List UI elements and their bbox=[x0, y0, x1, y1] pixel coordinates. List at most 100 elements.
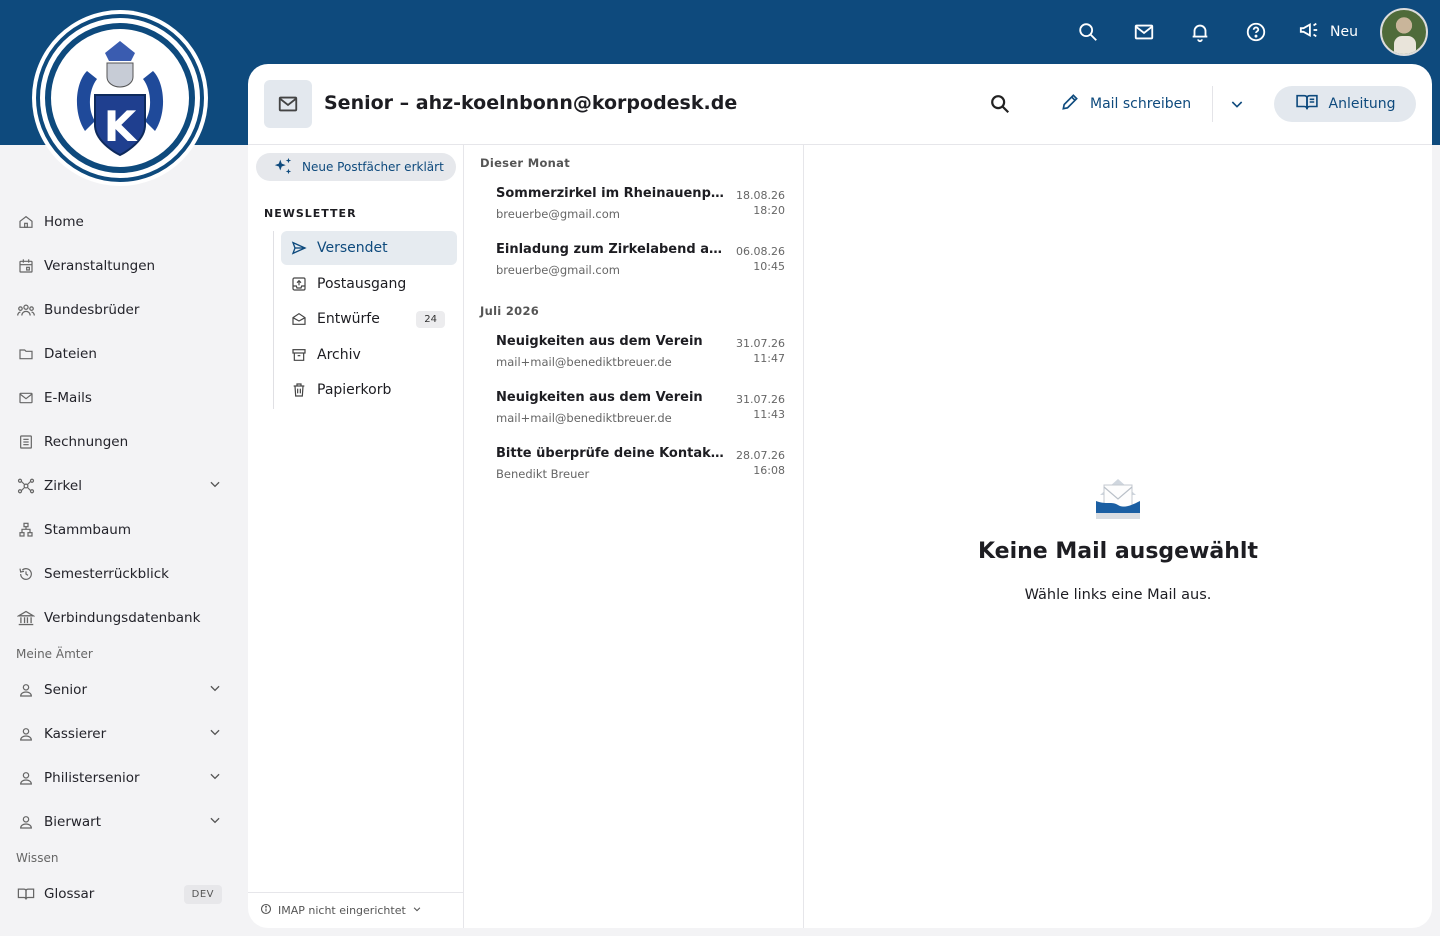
archive-icon bbox=[291, 347, 307, 363]
mail-icon bbox=[16, 388, 36, 408]
sidebar-item-label: Veranstaltungen bbox=[44, 258, 156, 274]
compose-options-chevron-down-icon[interactable] bbox=[1222, 86, 1252, 122]
chevron-down-icon[interactable] bbox=[208, 681, 222, 699]
empty-state-subtitle: Wähle links eine Mail aus. bbox=[1024, 587, 1212, 603]
sidebar-item-circles[interactable]: Zirkel bbox=[0, 464, 248, 508]
folder-trash[interactable]: Papierkorb bbox=[281, 373, 457, 407]
sidebar-item-label: Stammbaum bbox=[44, 522, 131, 538]
mail-time: 11:47 bbox=[753, 352, 785, 365]
mail-date: 06.08.26 bbox=[736, 245, 785, 258]
folder-label: Papierkorb bbox=[317, 382, 392, 398]
section-offices-label: Meine Ämter bbox=[16, 647, 93, 661]
imap-status[interactable]: IMAP nicht eingerichtet bbox=[248, 892, 463, 928]
drafts-count-badge: 24 bbox=[416, 310, 445, 328]
trash-icon bbox=[291, 382, 307, 398]
search-icon[interactable] bbox=[1060, 6, 1116, 58]
folder-group-label: NEWSLETTER bbox=[264, 207, 357, 220]
mail-sender: breuerbe@gmail.com bbox=[496, 263, 620, 277]
new-mailboxes-explained-button[interactable]: Neue Postfächer erklärt bbox=[256, 153, 456, 181]
mail-sender: breuerbe@gmail.com bbox=[496, 207, 620, 221]
avatar[interactable] bbox=[1380, 8, 1428, 56]
mail-sender: Benedikt Breuer bbox=[496, 467, 590, 481]
book-icon bbox=[16, 884, 36, 904]
chevron-down-icon[interactable] bbox=[208, 813, 222, 831]
mail-subject: Einladung zum Zirkelabend am 8… bbox=[496, 242, 728, 257]
imap-status-label: IMAP nicht eingerichtet bbox=[278, 904, 406, 917]
invoice-icon bbox=[16, 432, 36, 452]
sidebar-item-label: Home bbox=[44, 214, 84, 230]
mail-group-label: Dieser Monat bbox=[480, 156, 570, 170]
sidebar-item-label: Bierwart bbox=[44, 814, 102, 830]
mailbox-header: Senior – ahz-koelnbonn@korpodesk.de Mail… bbox=[248, 64, 1432, 145]
sidebar-item-alumni-senior[interactable]: Philistersenior bbox=[0, 756, 248, 800]
mail-timestamp: 31.07.26 11:47 bbox=[736, 336, 785, 366]
book-open-icon bbox=[1295, 93, 1319, 115]
mail-list-item[interactable]: Neuigkeiten aus dem Verein mail+mail@ben… bbox=[464, 321, 803, 377]
sidebar-item-label: Rechnungen bbox=[44, 434, 129, 450]
sidebar-item-files[interactable]: Dateien bbox=[0, 332, 248, 376]
sidebar-item-emails[interactable]: E-Mails bbox=[0, 376, 248, 420]
folder-list: Versendet Postausgang Entwürfe 24 Archiv… bbox=[273, 231, 457, 409]
mail-sender: mail+mail@benediktbreuer.de bbox=[496, 355, 672, 369]
sidebar-item-database[interactable]: Verbindungsdatenbank bbox=[0, 596, 248, 640]
sidebar-item-label: Bundesbrüder bbox=[44, 302, 140, 318]
sidebar-item-label: Semesterrückblick bbox=[44, 566, 169, 582]
sidebar-item-treasurer[interactable]: Kassierer bbox=[0, 712, 248, 756]
chevron-down-icon[interactable] bbox=[208, 477, 222, 495]
mailbox-panel: Senior – ahz-koelnbonn@korpodesk.de Mail… bbox=[248, 64, 1432, 928]
sidebar-item-events[interactable]: Veranstaltungen bbox=[0, 244, 248, 288]
mail-list-item[interactable]: Sommerzirkel im Rheinauenpark… breuerbe@… bbox=[464, 173, 803, 229]
mail-date: 28.07.26 bbox=[736, 449, 785, 462]
mail-timestamp: 31.07.26 11:43 bbox=[736, 392, 785, 422]
bell-icon[interactable] bbox=[1172, 6, 1228, 58]
chevron-down-icon[interactable] bbox=[208, 769, 222, 787]
mail-list-item[interactable]: Neuigkeiten aus dem Verein mail+mail@ben… bbox=[464, 377, 803, 433]
mail-group-label: Juli 2026 bbox=[480, 304, 540, 318]
institution-icon bbox=[16, 608, 36, 628]
mail-list-item[interactable]: Bitte überprüfe deine Kontaktd… Benedikt… bbox=[464, 433, 803, 489]
top-actions: Neu bbox=[1060, 6, 1428, 58]
mail-preview-empty: Keine Mail ausgewählt Wähle links eine M… bbox=[804, 145, 1432, 928]
sidebar-item-senior[interactable]: Senior bbox=[0, 668, 248, 712]
mail-search-icon[interactable] bbox=[982, 84, 1018, 124]
mail-list-item[interactable]: Einladung zum Zirkelabend am 8… breuerbe… bbox=[464, 229, 803, 285]
news-button[interactable]: Neu bbox=[1284, 6, 1380, 58]
button-divider bbox=[1212, 86, 1213, 122]
section-knowledge-label: Wissen bbox=[16, 851, 59, 865]
info-icon bbox=[260, 903, 272, 918]
folder-label: Entwürfe bbox=[317, 311, 380, 327]
mail-icon[interactable] bbox=[1116, 6, 1172, 58]
folder-drafts[interactable]: Entwürfe 24 bbox=[281, 302, 457, 336]
page-title: Senior – ahz-koelnbonn@korpodesk.de bbox=[324, 92, 738, 114]
sidebar-item-members[interactable]: Bundesbrüder bbox=[0, 288, 248, 332]
folder-archive[interactable]: Archiv bbox=[281, 338, 457, 372]
folder-sent[interactable]: Versendet bbox=[281, 231, 457, 265]
mail-time: 10:45 bbox=[753, 260, 785, 273]
chevron-down-icon bbox=[412, 904, 422, 917]
sidebar-item-label: Dateien bbox=[44, 346, 97, 362]
inbox-envelope-icon bbox=[1092, 471, 1144, 527]
mail-time: 11:43 bbox=[753, 408, 785, 421]
crest-logo-icon: K bbox=[36, 14, 204, 182]
mail-subject: Neuigkeiten aus dem Verein bbox=[496, 334, 703, 349]
mail-timestamp: 28.07.26 16:08 bbox=[736, 448, 785, 478]
sidebar-item-label: Zirkel bbox=[44, 478, 82, 494]
club-logo[interactable]: K bbox=[32, 10, 208, 186]
sidebar-item-family-tree[interactable]: Stammbaum bbox=[0, 508, 248, 552]
history-icon bbox=[16, 564, 36, 584]
guide-button[interactable]: Anleitung bbox=[1274, 86, 1416, 122]
sidebar-item-semester-review[interactable]: Semesterrückblick bbox=[0, 552, 248, 596]
sidebar-item-label: Senior bbox=[44, 682, 87, 698]
sidebar-item-beer-warden[interactable]: Bierwart bbox=[0, 800, 248, 844]
svg-text:K: K bbox=[104, 102, 138, 151]
sidebar-item-invoices[interactable]: Rechnungen bbox=[0, 420, 248, 464]
folder-label: Archiv bbox=[317, 346, 361, 363]
sidebar-item-label: Verbindungsdatenbank bbox=[44, 610, 201, 626]
sidebar-item-glossary[interactable]: Glossar DEV bbox=[0, 872, 248, 916]
sidebar-item-home[interactable]: Home bbox=[0, 200, 248, 244]
folder-outbox[interactable]: Postausgang bbox=[281, 267, 457, 301]
mail-date: 31.07.26 bbox=[736, 337, 785, 350]
chevron-down-icon[interactable] bbox=[208, 725, 222, 743]
compose-mail-button[interactable]: Mail schreiben bbox=[1048, 86, 1203, 122]
help-icon[interactable] bbox=[1228, 6, 1284, 58]
